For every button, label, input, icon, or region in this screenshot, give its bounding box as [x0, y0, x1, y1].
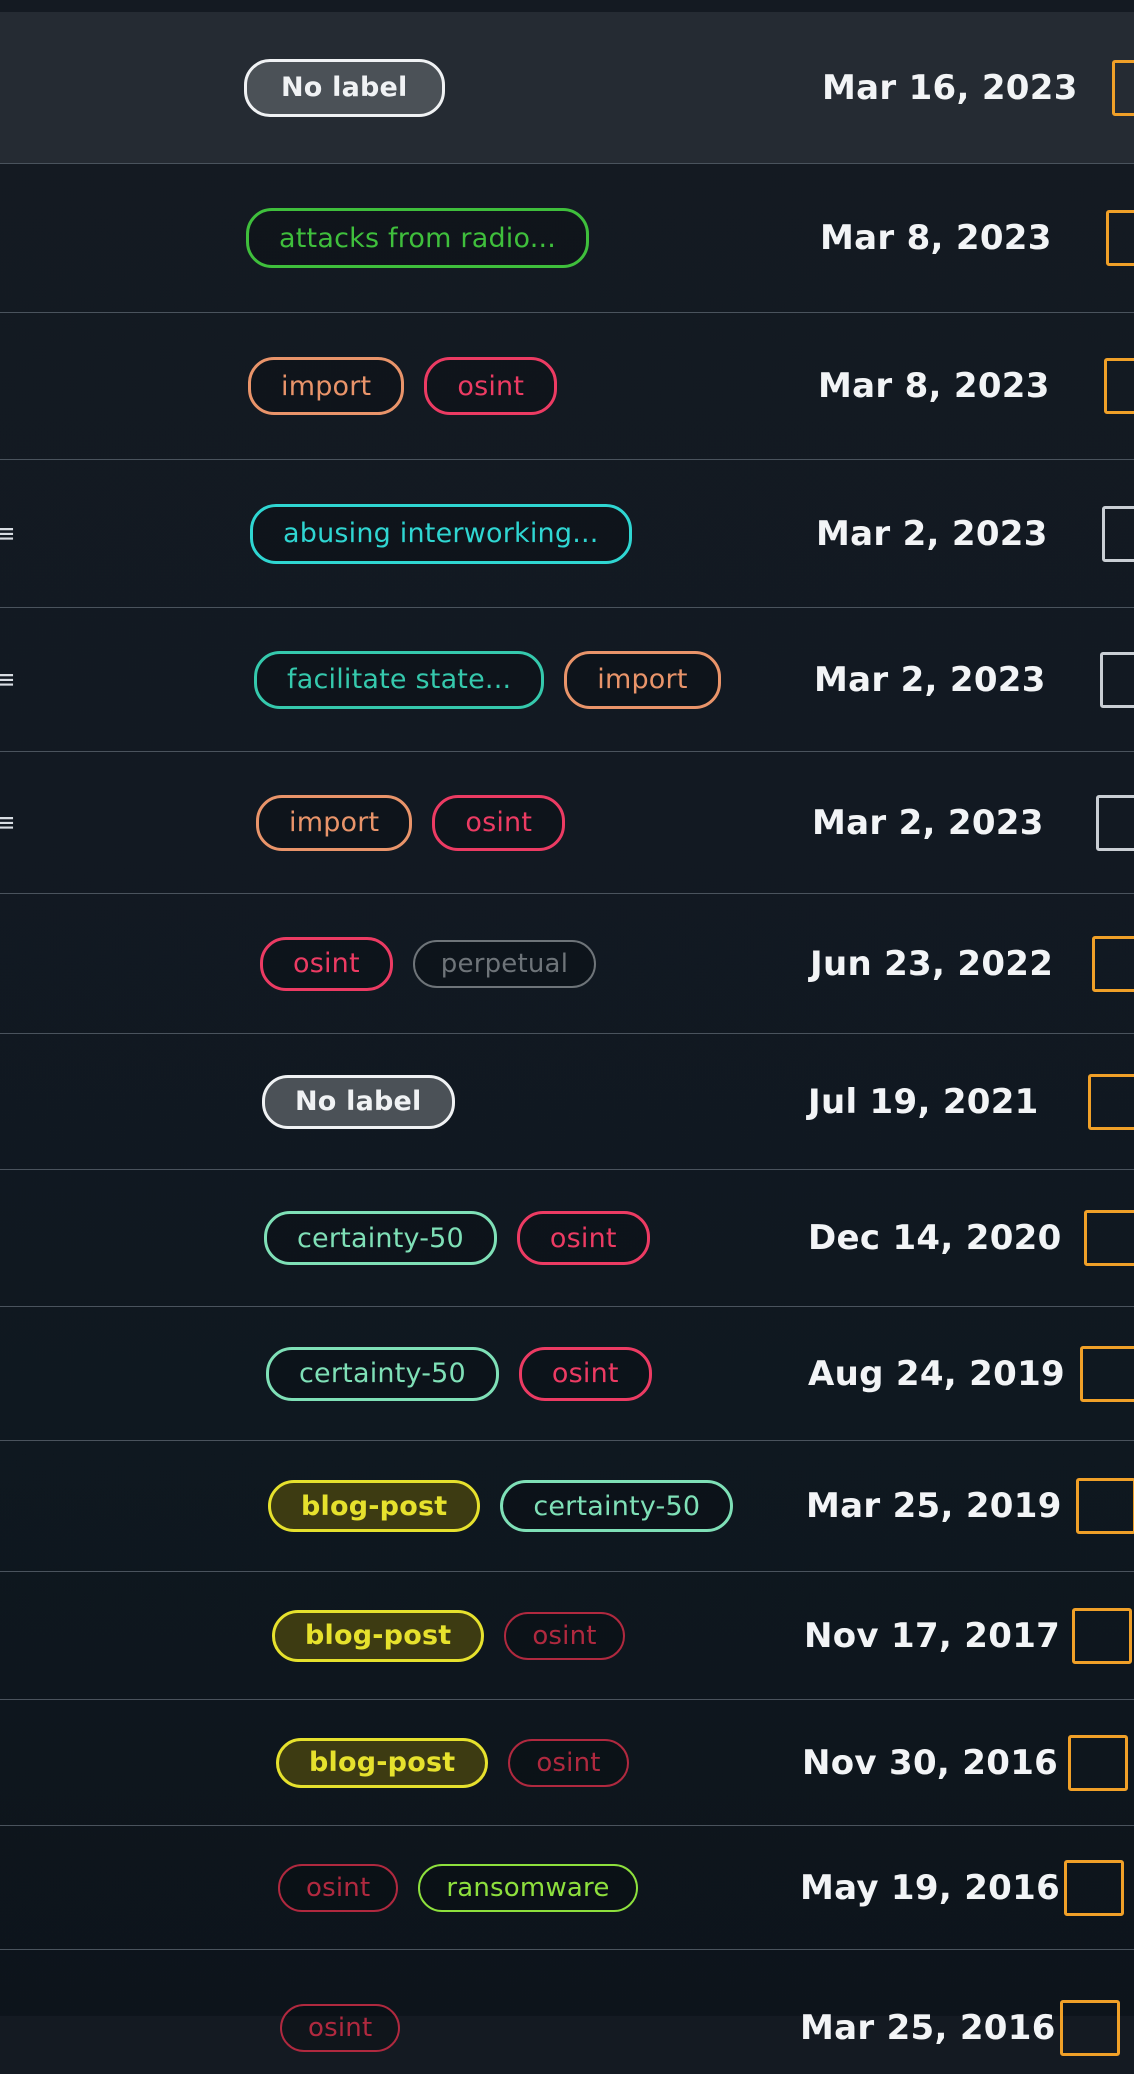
label-group: osint perpetual	[260, 936, 597, 991]
row-marker-icon: ·	[0, 373, 6, 399]
label-group: abusing interworking...	[250, 503, 632, 564]
table-row[interactable]: No label Mar 16, 2023	[0, 12, 1134, 164]
label-group: No label	[262, 1074, 455, 1129]
table-row[interactable]: osint ransomware May 19, 2016	[0, 1826, 1134, 1950]
row-checkbox[interactable]	[1088, 1073, 1134, 1130]
label-group: certainty-50 osint	[266, 1346, 652, 1401]
label-group: osint	[280, 2004, 401, 2052]
date-cell: Mar 16, 2023	[822, 67, 1078, 108]
row-checkbox[interactable]	[1106, 210, 1134, 266]
row-checkbox[interactable]	[1100, 651, 1134, 708]
label-pill[interactable]: No label	[244, 58, 445, 117]
label-pill[interactable]: facilitate state...	[254, 650, 545, 709]
label-group: import osint	[256, 794, 566, 851]
date-cell: Mar 25, 2019	[806, 1486, 1062, 1526]
row-checkbox[interactable]	[1112, 59, 1134, 116]
label-group: blog-post certainty-50	[268, 1480, 734, 1532]
table-row[interactable]: ≡ abusing interworking... Mar 2, 2023	[0, 460, 1134, 608]
date-cell: May 19, 2016	[800, 1867, 1061, 1908]
label-pill[interactable]: osint	[432, 794, 566, 851]
row-marker-icon: ≡	[0, 807, 16, 838]
table-row[interactable]: blog-post certainty-50 Mar 25, 2019	[0, 1441, 1134, 1572]
label-pill[interactable]: osint	[280, 2004, 401, 2052]
date-cell: Nov 30, 2016	[802, 1742, 1059, 1783]
table-row[interactable]: osint Mar 25, 2016	[0, 1950, 1134, 2074]
label-pill[interactable]: certainty-50	[500, 1480, 734, 1532]
date-cell: Jul 19, 2021	[808, 1081, 1039, 1122]
table-row[interactable]: blog-post osint Nov 17, 2017	[0, 1572, 1134, 1700]
label-pill[interactable]: osint	[516, 1211, 650, 1265]
row-checkbox[interactable]	[1060, 2000, 1120, 2056]
label-pill[interactable]: certainty-50	[266, 1346, 499, 1401]
date-cell: Nov 17, 2017	[804, 1615, 1061, 1656]
label-group: No label	[244, 58, 445, 117]
label-pill[interactable]: attacks from radio...	[246, 208, 590, 268]
table-row[interactable]: · import osint Mar 8, 2023	[0, 313, 1134, 460]
label-group: facilitate state... import	[254, 650, 721, 709]
date-cell: Jun 23, 2022	[810, 943, 1054, 984]
table-row[interactable]: attacks from radio... Mar 8, 2023	[0, 164, 1134, 313]
label-pill[interactable]: ransomware	[418, 1863, 638, 1912]
row-marker-icon: ≡	[0, 518, 16, 549]
label-pill[interactable]: osint	[518, 1346, 652, 1401]
row-checkbox[interactable]	[1064, 1859, 1124, 1916]
label-pill[interactable]: certainty-50	[264, 1211, 497, 1265]
label-pill[interactable]: perpetual	[412, 939, 597, 988]
results-table: No label Mar 16, 2023 attacks from radio…	[0, 12, 1134, 2074]
row-checkbox[interactable]	[1092, 935, 1134, 992]
date-cell: Aug 24, 2019	[808, 1353, 1065, 1394]
label-group: blog-post osint	[272, 1609, 625, 1662]
table-row[interactable]: certainty-50 osint Aug 24, 2019	[0, 1307, 1134, 1441]
label-pill[interactable]: import	[256, 794, 413, 851]
date-cell: Mar 2, 2023	[816, 513, 1048, 554]
row-checkbox[interactable]	[1084, 1210, 1134, 1266]
row-checkbox[interactable]	[1102, 505, 1134, 562]
date-cell: Mar 2, 2023	[812, 802, 1044, 843]
row-checkbox[interactable]	[1080, 1345, 1134, 1402]
label-group: blog-post osint	[276, 1737, 629, 1788]
table-row[interactable]: ≡ import osint Mar 2, 2023	[0, 752, 1134, 894]
table-row[interactable]: No label Jul 19, 2021	[0, 1034, 1134, 1170]
label-pill[interactable]: osint	[260, 936, 393, 991]
label-pill[interactable]: osint	[508, 1738, 629, 1787]
row-checkbox[interactable]	[1104, 358, 1134, 414]
row-checkbox[interactable]	[1096, 794, 1134, 851]
table-row[interactable]: osint perpetual Jun 23, 2022	[0, 894, 1134, 1034]
date-cell: Mar 2, 2023	[814, 659, 1046, 700]
label-pill[interactable]: abusing interworking...	[250, 503, 632, 564]
label-group: import osint	[248, 357, 558, 415]
row-checkbox[interactable]	[1076, 1478, 1134, 1534]
date-cell: Mar 8, 2023	[818, 366, 1050, 406]
label-pill[interactable]: blog-post	[268, 1480, 481, 1532]
table-row[interactable]: ≡ facilitate state... import Mar 2, 2023	[0, 608, 1134, 752]
date-cell: Mar 8, 2023	[820, 218, 1052, 258]
label-pill[interactable]: osint	[424, 357, 558, 415]
label-pill[interactable]: No label	[262, 1074, 455, 1129]
row-marker-icon: ≡	[0, 664, 16, 695]
label-group: certainty-50 osint	[264, 1211, 650, 1265]
label-pill[interactable]: import	[248, 357, 405, 415]
label-group: osint ransomware	[278, 1863, 638, 1912]
date-cell: Dec 14, 2020	[808, 1218, 1062, 1258]
label-pill[interactable]: osint	[504, 1611, 625, 1660]
row-checkbox[interactable]	[1068, 1734, 1128, 1791]
label-pill[interactable]: blog-post	[276, 1737, 489, 1788]
table-row[interactable]: certainty-50 osint Dec 14, 2020	[0, 1170, 1134, 1307]
row-checkbox[interactable]	[1072, 1607, 1132, 1664]
table-row[interactable]: blog-post osint Nov 30, 2016	[0, 1700, 1134, 1826]
label-pill[interactable]: osint	[278, 1863, 399, 1912]
label-pill[interactable]: import	[564, 650, 721, 709]
label-pill[interactable]: blog-post	[272, 1609, 485, 1662]
label-group: attacks from radio...	[246, 208, 590, 268]
date-cell: Mar 25, 2016	[800, 2008, 1056, 2048]
